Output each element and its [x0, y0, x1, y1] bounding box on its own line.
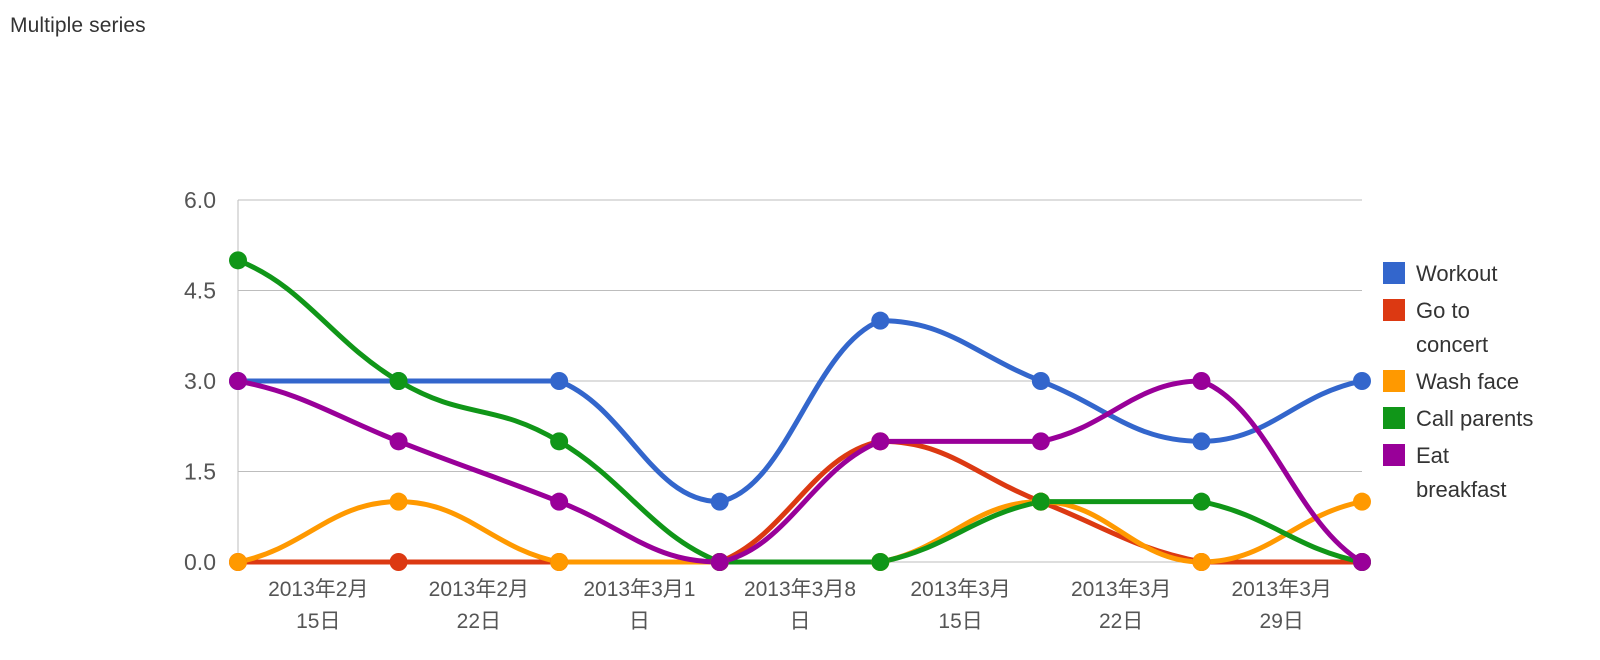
data-point-marker[interactable] [1192, 553, 1211, 571]
data-point-marker[interactable] [389, 372, 408, 390]
data-point-marker[interactable] [1353, 492, 1371, 511]
y-tick-label: 1.5 [184, 459, 216, 485]
data-point-marker[interactable] [550, 553, 569, 571]
y-tick-label: 3.0 [184, 368, 216, 394]
legend-swatch[interactable] [1383, 370, 1405, 392]
data-point-marker[interactable] [229, 553, 247, 571]
chart-container: Multiple series 0.0 1.5 3.0 4.5 6.0 2013年2月 1… [0, 0, 1600, 660]
x-tick-label: 2013年2月 22日 [429, 578, 529, 633]
data-point-marker[interactable] [1192, 372, 1211, 390]
data-point-marker[interactable] [871, 553, 890, 571]
series-lines-group [235, 257, 1365, 565]
chart-title: Multiple series [10, 14, 146, 37]
legend: Workout Go to concert Wash face Call parents… [1383, 261, 1533, 502]
legend-label[interactable]: Go to concert [1416, 298, 1488, 357]
data-point-marker[interactable] [389, 432, 408, 451]
x-tick-label: 2013年3月 22日 [1071, 578, 1171, 633]
legend-swatch[interactable] [1383, 407, 1405, 429]
legend-label[interactable]: Wash face [1416, 369, 1519, 394]
data-point-marker[interactable] [550, 372, 569, 390]
data-point-marker[interactable] [229, 251, 247, 270]
data-point-marker[interactable] [710, 492, 729, 511]
data-point-marker[interactable] [550, 432, 569, 451]
y-tick-label: 0.0 [184, 549, 216, 575]
data-point-marker[interactable] [389, 492, 408, 511]
x-tick-label: 2013年3月1 日 [583, 578, 695, 633]
y-tick-label: 4.5 [184, 278, 216, 304]
x-tick-label: 2013年3月 15日 [910, 578, 1010, 633]
x-tick-label: 2013年2月 15日 [268, 578, 368, 633]
legend-swatch[interactable] [1383, 444, 1405, 466]
data-point-marker[interactable] [389, 553, 408, 571]
y-tick-label: 6.0 [184, 187, 216, 213]
x-axis-tick-labels: 2013年2月 15日 2013年2月 22日 2013年3月1 日 2013年3月8 日 20… [268, 578, 1332, 633]
data-point-marker[interactable] [229, 372, 247, 390]
legend-swatch[interactable] [1383, 299, 1405, 321]
data-point-marker[interactable] [550, 492, 569, 511]
data-point-marker[interactable] [1192, 492, 1211, 511]
legend-swatch[interactable] [1383, 262, 1405, 284]
data-point-marker[interactable] [871, 432, 890, 451]
x-tick-label: 2013年3月 29日 [1232, 578, 1332, 633]
series-line-workout [235, 318, 1365, 505]
data-point-marker[interactable] [1353, 372, 1371, 390]
data-point-marker[interactable] [710, 553, 729, 571]
data-point-marker[interactable] [1031, 492, 1050, 511]
line-chart-plot: 0.01.53.04.56.0 2013年2月 15日2013年2月 22日2013… [184, 187, 1533, 633]
legend-label[interactable]: Eat breakfast [1416, 443, 1507, 502]
y-axis-tick-labels: 0.0 1.5 3.0 4.5 6.0 [184, 187, 216, 575]
data-point-marker[interactable] [1192, 432, 1211, 451]
legend-label[interactable]: Call parents [1416, 406, 1533, 431]
legend-label[interactable]: Workout [1416, 261, 1498, 286]
data-point-marker[interactable] [1031, 432, 1050, 451]
x-tick-label: 2013年3月8 日 [744, 578, 856, 633]
data-point-marker[interactable] [871, 311, 890, 330]
series-line-wash-face [235, 499, 1365, 565]
data-point-marker[interactable] [1031, 372, 1050, 390]
data-point-marker[interactable] [1353, 553, 1371, 571]
